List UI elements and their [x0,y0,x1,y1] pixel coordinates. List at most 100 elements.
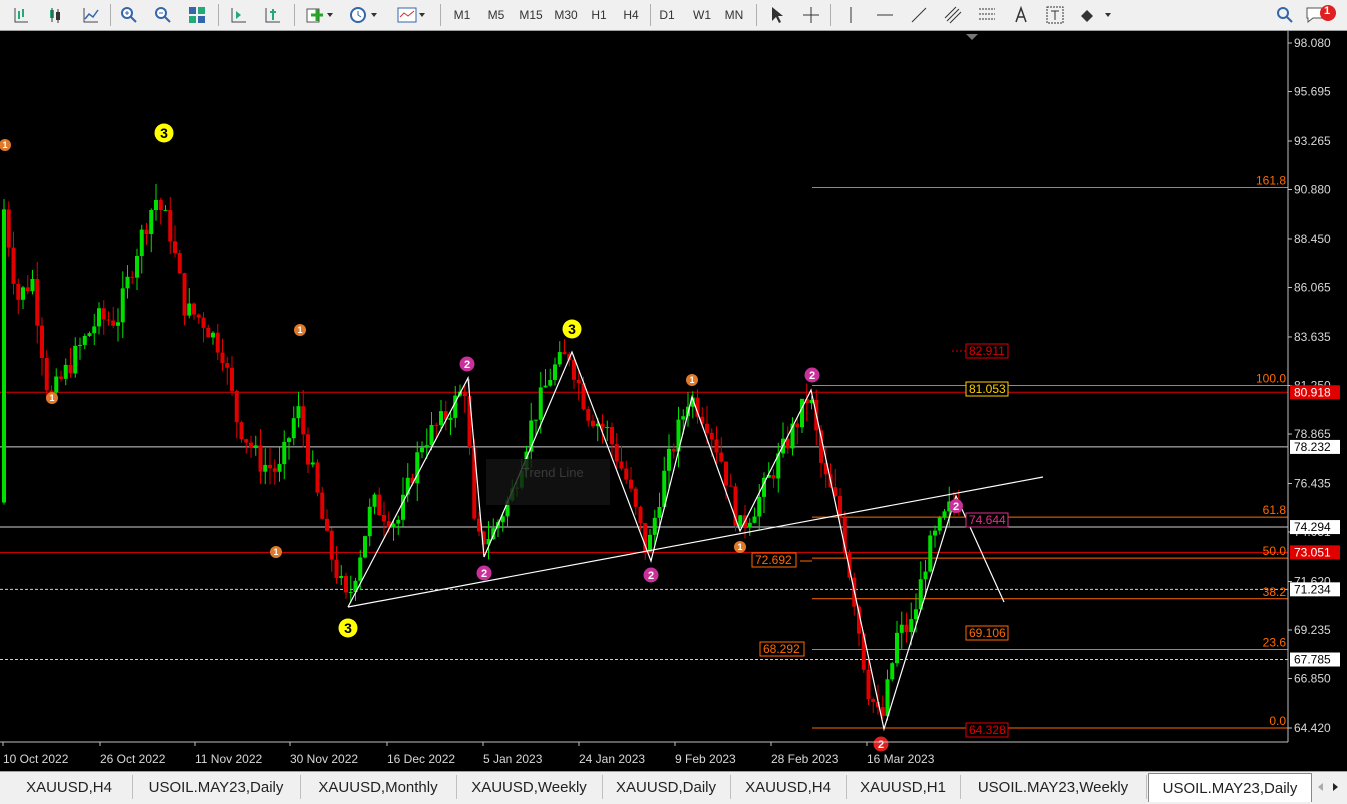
wave-marker-3-a-label: 3 [160,125,168,141]
price-axis-label: 98.080 [1294,36,1331,50]
fib-label-38-2: 38.2 [1263,585,1287,599]
candle-body [942,511,947,518]
candle-body [771,475,776,479]
tab-usoil-weekly[interactable]: USOIL.MAY23,Weekly [960,775,1147,799]
wave-marker-1-a-label: 1 [2,140,7,150]
candle-body [714,439,719,453]
timeframe-w1[interactable]: W1 [688,4,716,26]
candle-body [63,364,68,379]
scroll-end-icon[interactable] [226,4,252,26]
timeframe-m15[interactable]: M15 [515,4,547,26]
candle-body [709,432,714,440]
tab-xauusd-h4-2[interactable]: XAUUSD,H4 [730,775,847,799]
search-icon[interactable] [1272,4,1298,26]
candle-body [125,276,130,289]
fibonacci-icon[interactable] [974,4,1000,26]
candle-body [795,423,800,428]
bar-chart-icon[interactable] [8,4,34,26]
candle-body [225,363,230,368]
tab-xauusd-h4[interactable]: XAUUSD,H4 [6,775,133,799]
tab-xauusd-monthly[interactable]: XAUUSD,Monthly [300,775,457,799]
candle-body [25,287,30,292]
candle-body [363,536,367,558]
timeframe-m30[interactable]: M30 [550,4,582,26]
templates-icon[interactable] [394,4,430,26]
candle-body [249,442,253,449]
price-tag-text: 80.918 [1294,385,1331,399]
timeframe-d1[interactable]: D1 [654,4,680,26]
zoom-in-icon[interactable] [116,4,142,26]
candle-body [914,609,918,620]
candle-body [719,452,724,462]
time-axis-label: 10 Oct 2022 [3,752,69,766]
time-axis-label: 5 Jan 2023 [483,752,543,766]
box-label-69106-text: 69.106 [969,626,1006,640]
price-axis-label: 86.065 [1294,281,1331,295]
tab-xauusd-h1[interactable]: XAUUSD,H1 [846,775,961,799]
candle-body [538,387,543,420]
candle-body [638,506,643,524]
text-icon[interactable] [1008,4,1034,26]
equidistant-channel-icon[interactable] [940,4,966,26]
indicators-icon[interactable] [302,4,338,26]
candlestick-icon[interactable] [42,4,68,26]
candle-body [158,199,163,211]
cursor-icon[interactable] [764,4,790,26]
tabs-scroll-right-icon[interactable] [1328,775,1344,799]
trend-line-icon[interactable] [906,4,932,26]
tabs-scroll-left-icon[interactable] [1312,775,1328,799]
periods-clock-icon[interactable] [346,4,382,26]
tab-xauusd-weekly[interactable]: XAUUSD,Weekly [456,775,603,799]
candle-body [139,229,144,256]
box-label-74644-text: 74.644 [969,513,1006,527]
timeframe-h4[interactable]: H4 [618,4,644,26]
candle-body [268,464,272,469]
tile-windows-icon[interactable] [184,4,210,26]
candle-body [106,319,111,321]
candle-body [253,445,258,449]
candle-body [272,468,277,472]
crosshair-icon[interactable] [798,4,824,26]
price-axis-label: 88.450 [1294,232,1331,246]
notification-count: 1 [1324,5,1331,17]
timeframe-mn[interactable]: MN [720,4,748,26]
candle-body [448,417,453,420]
timeframe-m1[interactable]: M1 [448,4,476,26]
tab-usoil-daily-active[interactable]: USOIL.MAY23,Daily [1148,773,1312,802]
candle-body [439,411,443,426]
line-chart-icon[interactable] [78,4,104,26]
arrows-icon[interactable] [1076,4,1116,26]
candle-body [168,209,173,242]
candle-body [420,447,424,453]
tab-usoil-daily[interactable]: USOIL.MAY23,Daily [132,775,301,799]
tab-xauusd-daily[interactable]: XAUUSD,Daily [602,775,731,799]
candle-body [315,462,320,493]
timeframe-h1[interactable]: H1 [586,4,612,26]
vertical-line-icon[interactable] [838,4,864,26]
zoom-out-icon[interactable] [150,4,176,26]
candle-body [576,379,581,384]
wave-marker-3-b-label: 3 [568,321,576,337]
candle-body [59,376,63,379]
text-label-icon[interactable] [1042,4,1068,26]
candle-body [230,367,234,391]
candle-body [35,278,40,326]
candle-body [933,530,937,536]
price-axis-label: 93.265 [1294,134,1331,148]
candle-body [306,434,310,465]
candle-body [657,507,662,518]
candle-body [135,255,139,278]
box-label-72692-text: 72.692 [755,553,792,567]
horizontal-line-icon[interactable] [872,4,898,26]
chart-shift-icon[interactable] [260,4,286,26]
price-chart[interactable]: Trend Line 3 3 3 2 2 2 2 2 2 1 1 1 1 1 1 161.8 100.0 61.… [0,31,1347,771]
notifications-icon[interactable]: 1 [1304,4,1340,26]
candle-body [21,287,25,300]
timeframe-m5[interactable]: M5 [482,4,510,26]
wave-marker-2-b-label: 2 [481,568,487,580]
candle-body [591,420,595,427]
time-axis-label: 9 Feb 2023 [675,752,736,766]
trend-line-tooltip-text: Trend Line [522,465,584,480]
candle-body [424,445,429,448]
candle-body [800,398,804,428]
